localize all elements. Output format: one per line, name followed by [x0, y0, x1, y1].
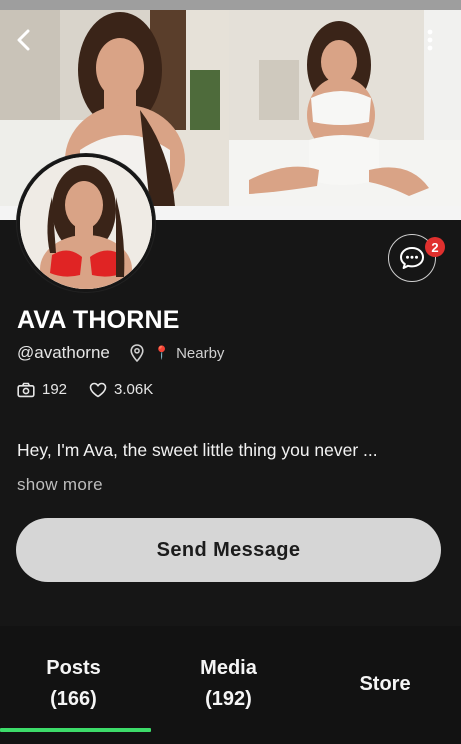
tab-media[interactable]: Media (192) — [155, 652, 302, 716]
more-vertical-icon — [427, 29, 433, 51]
tab-posts[interactable]: Posts (166) — [0, 652, 147, 716]
chat-unread-badge: 2 — [425, 237, 445, 257]
chat-bubble-icon — [400, 247, 424, 269]
photos-stat: 192 — [17, 381, 67, 398]
profile-bio: Hey, I'm Ava, the sweet little thing you… — [17, 440, 378, 460]
camera-icon — [17, 382, 35, 397]
tab-store[interactable]: Store — [310, 652, 460, 716]
likes-count: 3.06K — [114, 381, 154, 398]
pushpin-icon: 📍 — [153, 345, 171, 360]
send-message-button[interactable]: Send Message — [16, 518, 441, 582]
location-label: Nearby — [176, 344, 225, 362]
profile-handle: @avathorne — [17, 343, 110, 362]
show-more-link[interactable]: show more — [17, 475, 103, 495]
active-tab-indicator — [0, 728, 151, 732]
back-button[interactable] — [10, 26, 38, 54]
photos-count: 192 — [42, 381, 68, 398]
profile-name: AVA THORNE — [17, 306, 180, 334]
tab-media-label: Media — [200, 657, 257, 679]
tab-posts-label: Posts — [46, 657, 101, 679]
heart-icon — [89, 382, 107, 397]
avatar[interactable] — [17, 154, 155, 292]
tab-media-count: (192) — [205, 688, 252, 710]
stats-row: 192 3.06K — [17, 381, 153, 398]
tab-store-label: Store — [359, 672, 411, 695]
more-options-button[interactable] — [420, 26, 440, 54]
chevron-left-icon — [17, 29, 30, 51]
location-pin-icon — [130, 344, 144, 362]
status-strip — [0, 0, 461, 10]
handle-row: @avathorne 📍 Nearby — [17, 343, 224, 363]
tab-posts-count: (166) — [50, 688, 97, 710]
likes-stat: 3.06K — [89, 381, 153, 398]
